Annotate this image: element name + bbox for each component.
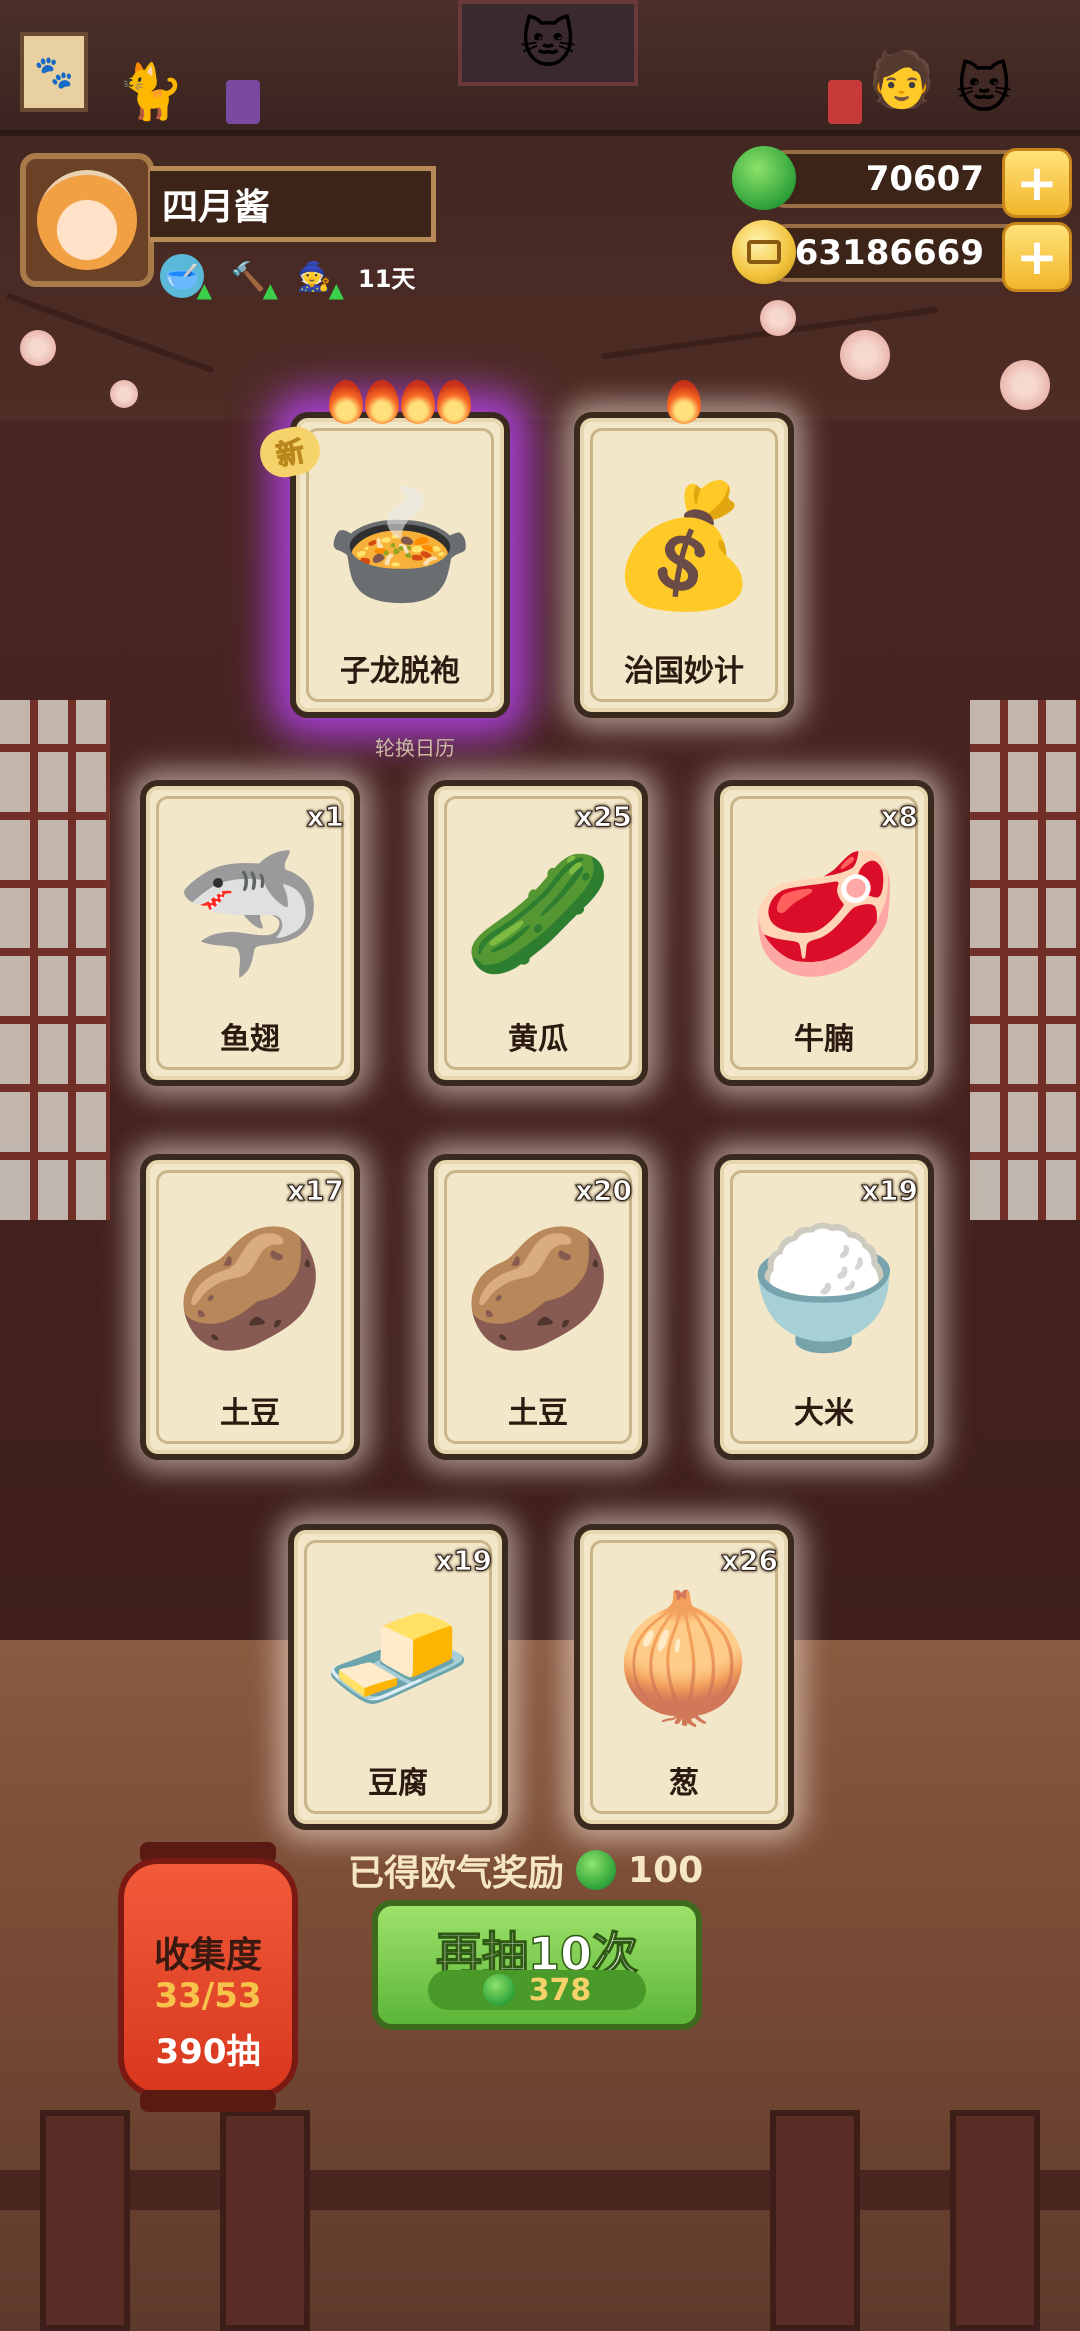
collection-label: 收集度 xyxy=(153,1935,262,1976)
card-quantity: x25 xyxy=(574,800,632,834)
player-name[interactable]: 四月酱 xyxy=(150,166,436,242)
book-icon xyxy=(226,80,260,124)
paw-picture-icon: 🐾 xyxy=(20,32,88,112)
coin-amount: 63186669 xyxy=(794,233,984,273)
card-label: 黄瓜 xyxy=(508,1022,568,1057)
collection-lantern[interactable]: 收集度 33/53 390抽 xyxy=(118,1858,298,2098)
draw-cost-amount: 378 xyxy=(528,1972,592,2008)
avatar-face xyxy=(37,170,137,270)
reward-label: 已得欧气奖励 xyxy=(348,1853,565,1894)
card-label: 土豆 xyxy=(508,1396,568,1431)
blossom xyxy=(110,380,138,408)
railing-beam xyxy=(0,2170,1080,2210)
figure-icon: 🧑 xyxy=(868,48,936,111)
coin-currency: 63186669 + xyxy=(732,220,1072,292)
blossom xyxy=(840,330,890,380)
potato-icon: 🥔 xyxy=(463,1219,613,1359)
flame-icon xyxy=(667,380,701,424)
shark-fin-icon: 🦈 xyxy=(175,845,325,985)
card-label: 牛腩 xyxy=(794,1022,854,1057)
money-bag-icon: 💰 xyxy=(609,477,759,617)
green-onion-icon: 🧅 xyxy=(609,1589,759,1729)
blossom xyxy=(20,330,56,366)
beef-icon: 🥩 xyxy=(749,845,899,985)
apple-currency: 70607 + xyxy=(732,146,1072,218)
green-apple-icon xyxy=(732,146,796,210)
card-quantity: x19 xyxy=(860,1174,918,1208)
ingredient-card[interactable]: x17 🥔 土豆 xyxy=(140,1154,360,1460)
card-quantity: x1 xyxy=(306,800,345,834)
card-label: 豆腐 xyxy=(368,1766,428,1801)
green-apple-icon xyxy=(576,1850,617,1890)
reward-amount: 100 xyxy=(628,1849,704,1891)
apple-amount: 70607 xyxy=(865,159,984,199)
add-apples-button[interactable]: + xyxy=(1002,148,1072,218)
bowl-buff-icon[interactable]: 🥣 ▲ xyxy=(160,254,212,302)
card-quantity: x19 xyxy=(434,1544,492,1578)
ingredient-card[interactable]: x8 🥩 牛腩 xyxy=(714,780,934,1086)
tofu-icon: 🧈 xyxy=(323,1589,473,1729)
featured-card[interactable]: 💰 治国妙计 xyxy=(574,380,794,718)
draw-cost: 378 xyxy=(428,1970,646,2010)
ingredient-card[interactable]: x20 🥔 土豆 xyxy=(428,1154,648,1460)
blossom xyxy=(760,300,796,336)
days-counter: 11天 xyxy=(358,264,416,293)
card-quantity: x26 xyxy=(720,1544,778,1578)
ingredient-card[interactable]: x25 🥒 黄瓜 xyxy=(428,780,648,1086)
rarity-flames xyxy=(329,380,471,424)
ingredient-card[interactable]: x19 🍚 大米 xyxy=(714,1154,934,1460)
card-label: 子龙脱袍 xyxy=(340,654,460,689)
card-label: 大米 xyxy=(794,1396,854,1431)
card-quantity: x8 xyxy=(880,800,919,834)
card-label: 治国妙计 xyxy=(624,654,744,689)
scroll-portrait-icon: 🐱 xyxy=(458,0,638,86)
book-icon xyxy=(828,80,862,124)
window-lattice-left xyxy=(0,700,110,1220)
sleeping-cat-icon: 🐈 xyxy=(117,60,185,123)
cucumber-icon: 🥒 xyxy=(463,845,613,985)
flame-icon xyxy=(329,380,363,424)
draw-again-button[interactable]: 再抽10次 378 xyxy=(372,1900,702,2030)
blossom xyxy=(1000,360,1050,410)
player-avatar[interactable] xyxy=(20,153,154,287)
dish-icon: 🍲 xyxy=(325,477,475,617)
window-lattice-right xyxy=(970,700,1080,1220)
green-apple-icon xyxy=(482,1974,515,2006)
cat-figure-icon: 🐱 xyxy=(955,56,1013,120)
tools-buff-icon[interactable]: 🔨 ▲ xyxy=(226,254,278,303)
railing-post xyxy=(770,2110,860,2331)
draw-count: 390抽 xyxy=(155,2032,261,2072)
railing-post xyxy=(40,2110,130,2331)
top-shelf: 🐾 🐈 🐱 🧑 🐱 xyxy=(0,0,1080,136)
railing-post xyxy=(950,2110,1040,2331)
card-label: 葱 xyxy=(669,1766,699,1801)
gold-coin-icon xyxy=(732,220,796,284)
featured-card[interactable]: 新 🍲 子龙脱袍 xyxy=(255,380,510,718)
card-label: 土豆 xyxy=(220,1396,280,1431)
potato-icon: 🥔 xyxy=(175,1219,325,1359)
lantern-bottom xyxy=(140,2090,276,2112)
rice-bowl-icon: 🍚 xyxy=(749,1219,899,1359)
collection-progress: 33/53 xyxy=(154,1976,262,2016)
rarity-flames xyxy=(667,380,701,424)
flame-icon xyxy=(437,380,471,424)
ingredient-card[interactable]: x19 🧈 豆腐 xyxy=(288,1524,508,1830)
status-row: 🥣 ▲ 🔨 ▲ 🧙 ▲ 11天 xyxy=(160,254,416,303)
ingredient-card[interactable]: x1 🦈 鱼翅 xyxy=(140,780,360,1086)
card-quantity: x17 xyxy=(286,1174,344,1208)
ingredient-card[interactable]: x26 🧅 葱 xyxy=(574,1524,794,1830)
rotation-calendar-label: 轮换日历 xyxy=(375,736,455,760)
character-buff-icon[interactable]: 🧙 ▲ xyxy=(292,254,344,303)
card-label: 鱼翅 xyxy=(220,1022,280,1057)
card-quantity: x20 xyxy=(574,1174,632,1208)
flame-icon xyxy=(365,380,399,424)
railing-post xyxy=(220,2110,310,2331)
add-coins-button[interactable]: + xyxy=(1002,222,1072,292)
flame-icon xyxy=(401,380,435,424)
luck-reward-row: 已得欧气奖励 100 xyxy=(348,1844,703,1896)
